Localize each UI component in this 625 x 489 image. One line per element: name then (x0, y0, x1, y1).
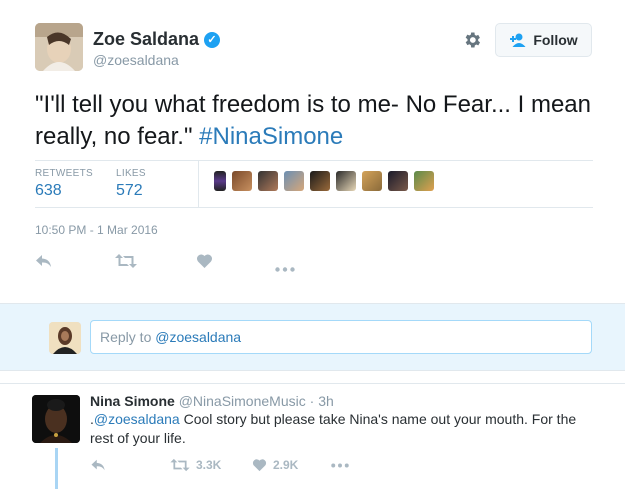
reply-author-handle[interactable]: @NinaSimoneMusic (179, 393, 306, 409)
liker-avatar[interactable] (284, 171, 304, 191)
reply-author-name[interactable]: Nina Simone (90, 393, 175, 409)
likes-count[interactable]: 572 (116, 182, 143, 200)
follow-label: Follow (533, 32, 578, 48)
author-handle[interactable]: @zoesaldana (93, 52, 179, 68)
retweets-count[interactable]: 638 (35, 182, 62, 200)
reply-input-placeholder: Reply to (100, 329, 156, 345)
liker-avatar[interactable] (232, 171, 252, 191)
reply-author-avatar[interactable] (32, 395, 80, 443)
follow-button[interactable]: Follow (495, 23, 592, 57)
retweets-label[interactable]: RETWEETS (35, 168, 93, 179)
hashtag-link[interactable]: #NinaSimone (199, 123, 343, 150)
reply-retweet-button[interactable]: 3.3K (170, 458, 221, 472)
add-user-icon (510, 33, 526, 47)
stats-vertical-divider (198, 161, 199, 207)
liker-avatar[interactable] (310, 171, 330, 191)
reply-reply-button[interactable] (90, 458, 107, 472)
reply-input[interactable]: Reply to @zoesaldana (90, 320, 592, 354)
liker-avatar[interactable] (214, 171, 226, 191)
more-icon (331, 463, 349, 468)
retweet-icon (170, 458, 190, 472)
reply-icon[interactable] (35, 253, 53, 274)
current-user-avatar[interactable] (49, 322, 81, 354)
heart-icon[interactable] (196, 253, 213, 274)
likers-avatars (214, 171, 434, 191)
reply-author[interactable]: Nina Simone @NinaSimoneMusic · 3h (90, 393, 334, 409)
author-name-text[interactable]: Zoe Saldana (93, 29, 199, 49)
tweet-text: "I'll tell you what freedom is to me- No… (35, 89, 595, 153)
author-avatar[interactable] (35, 23, 83, 71)
gear-icon[interactable] (462, 30, 484, 52)
reply-like-count: 2.9K (273, 458, 299, 472)
liker-avatar[interactable] (258, 171, 278, 191)
thread-line (55, 448, 58, 489)
reply-mention-link[interactable]: @zoesaldana (94, 411, 180, 427)
reply-input-mention: @zoesaldana (155, 329, 242, 345)
reply-time[interactable]: 3h (318, 393, 334, 409)
liker-avatar[interactable] (362, 171, 382, 191)
liker-avatar[interactable] (336, 171, 356, 191)
reply-more-button[interactable] (331, 463, 349, 468)
liker-avatar[interactable] (414, 171, 434, 191)
reply-retweet-count: 3.3K (196, 458, 222, 472)
verified-badge-icon: ✓ (204, 32, 221, 48)
reply-icon (91, 459, 105, 471)
retweet-icon[interactable] (115, 253, 137, 274)
heart-icon (252, 459, 267, 472)
likes-label[interactable]: LIKES (116, 168, 146, 179)
stats-top-divider (35, 160, 593, 161)
reply-area-divider (0, 370, 625, 371)
reply-list-divider (0, 383, 625, 384)
tweet-timestamp[interactable]: 10:50 PM - 1 Mar 2016 (35, 223, 158, 237)
stats-bottom-divider (35, 207, 593, 208)
reply-separator: · (305, 393, 319, 409)
liker-avatar[interactable] (388, 171, 408, 191)
reply-text: .@zoesaldana Cool story but please take … (90, 410, 595, 448)
reply-like-button[interactable]: 2.9K (252, 458, 298, 472)
more-icon[interactable] (275, 259, 295, 277)
author-name[interactable]: Zoe Saldana ✓ (93, 29, 221, 50)
